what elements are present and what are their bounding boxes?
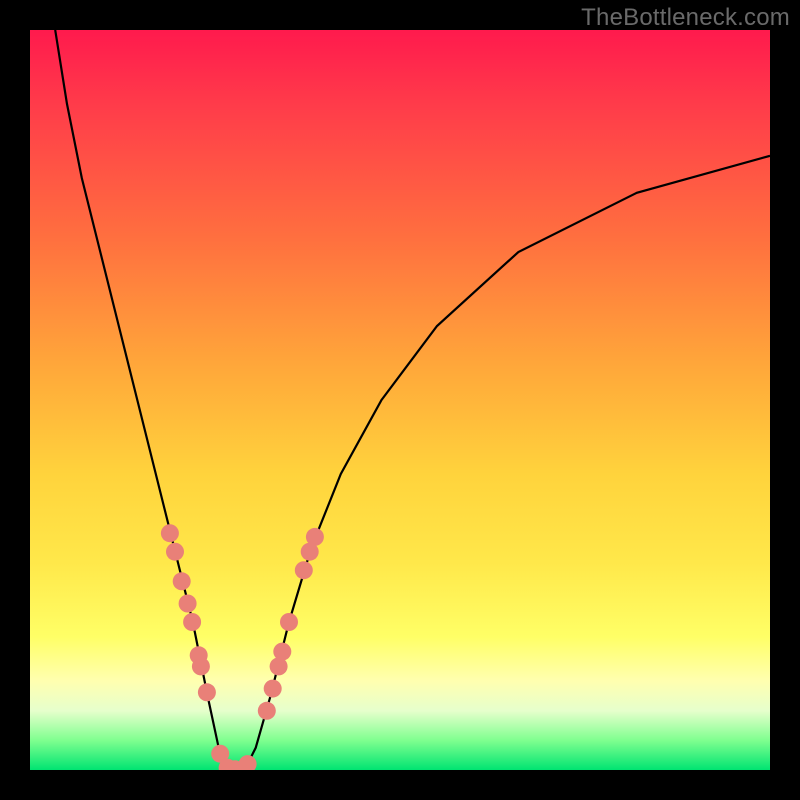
watermark-text: TheBottleneck.com bbox=[581, 4, 790, 32]
bottleneck-curve bbox=[55, 30, 770, 770]
curve-marker bbox=[280, 613, 298, 631]
curve-marker bbox=[258, 702, 276, 720]
curve-marker bbox=[295, 561, 313, 579]
curve-marker bbox=[264, 680, 282, 698]
curve-marker bbox=[239, 755, 257, 770]
curve-markers bbox=[161, 524, 324, 770]
curve-marker bbox=[198, 683, 216, 701]
curve-marker bbox=[183, 613, 201, 631]
curve-marker bbox=[166, 543, 184, 561]
curve-marker bbox=[192, 657, 210, 675]
chart-frame: TheBottleneck.com bbox=[0, 0, 800, 800]
curve-marker bbox=[306, 528, 324, 546]
curve-marker bbox=[179, 595, 197, 613]
curve-marker bbox=[273, 643, 291, 661]
bottleneck-curve-svg bbox=[30, 30, 770, 770]
curve-marker bbox=[173, 572, 191, 590]
curve-marker bbox=[161, 524, 179, 542]
chart-plot-area bbox=[30, 30, 770, 770]
